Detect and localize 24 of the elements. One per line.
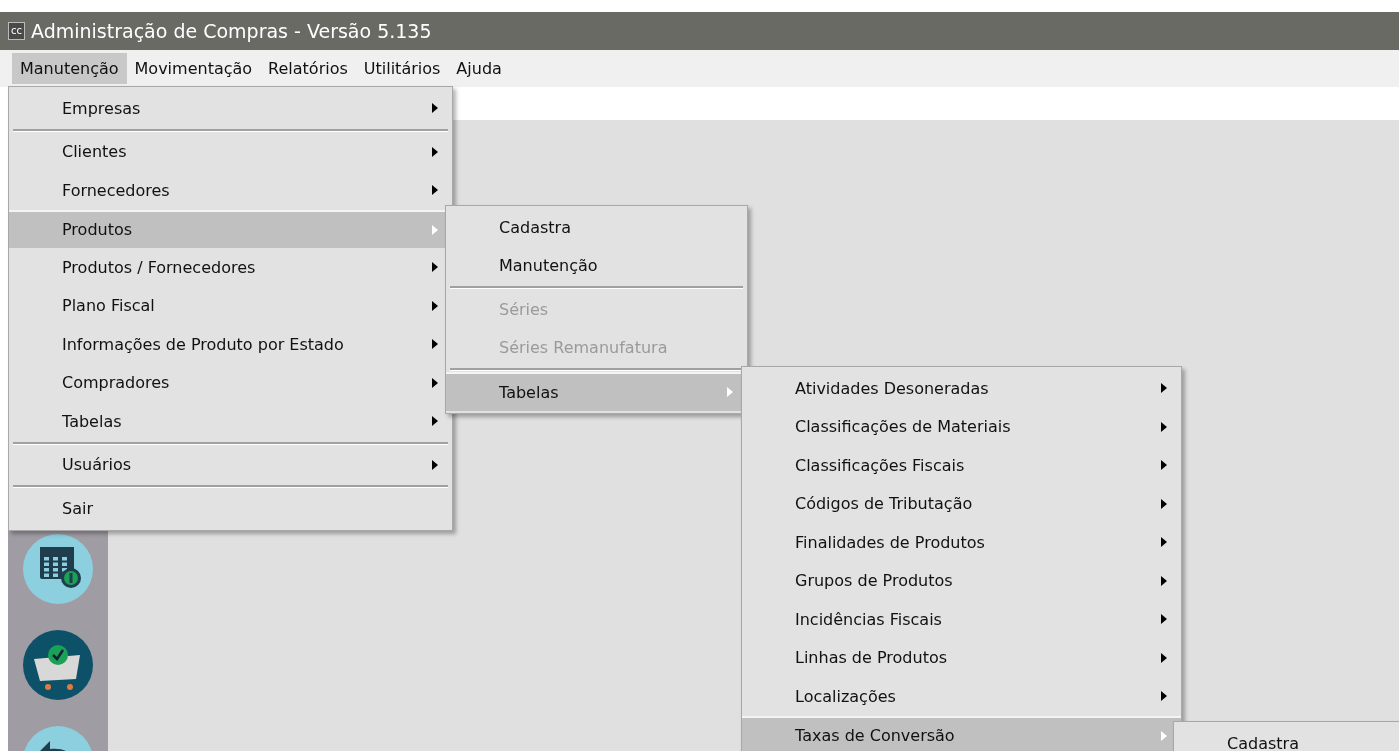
calendar-money-icon[interactable] xyxy=(22,533,94,605)
menu-item[interactable]: Grupos de Produtos xyxy=(742,561,1181,600)
menu-item[interactable]: Finalidades de Produtos xyxy=(742,523,1181,562)
menu-item[interactable]: Sair xyxy=(9,489,452,528)
menu-item[interactable]: Empresas xyxy=(9,89,452,128)
window-title: Administração de Compras - Versão 5.135 xyxy=(31,20,432,42)
menu-bar-item[interactable]: Manutenção xyxy=(12,53,127,84)
menu-item[interactable]: Linhas de Produtos xyxy=(742,638,1181,677)
menu-bar-item[interactable]: Ajuda xyxy=(448,53,510,84)
menu-item[interactable]: Clientes xyxy=(9,132,452,171)
menu-item[interactable]: Cadastra xyxy=(1174,724,1399,751)
menu-bar-item[interactable]: Utilitários xyxy=(355,53,449,84)
menu-item[interactable]: Localizações xyxy=(742,677,1181,716)
menu-bar-item[interactable]: Movimentação xyxy=(126,53,261,84)
menu-item[interactable]: Fornecedores xyxy=(9,171,452,210)
menu-item[interactable]: Usuários xyxy=(9,445,452,484)
shopping-cart-check-icon[interactable] xyxy=(22,629,94,701)
menu-item[interactable]: Manutenção xyxy=(446,246,747,285)
menu-bar-item[interactable]: Relatórios xyxy=(260,53,356,84)
menu-item[interactable]: Classificações Fiscais xyxy=(742,446,1181,485)
menu-item[interactable]: Incidências Fiscais xyxy=(742,600,1181,639)
app-icon: cc xyxy=(8,22,25,40)
menu-item[interactable]: Taxas de Conversão xyxy=(742,715,1181,751)
menu-item[interactable]: Códigos de Tributação xyxy=(742,484,1181,523)
